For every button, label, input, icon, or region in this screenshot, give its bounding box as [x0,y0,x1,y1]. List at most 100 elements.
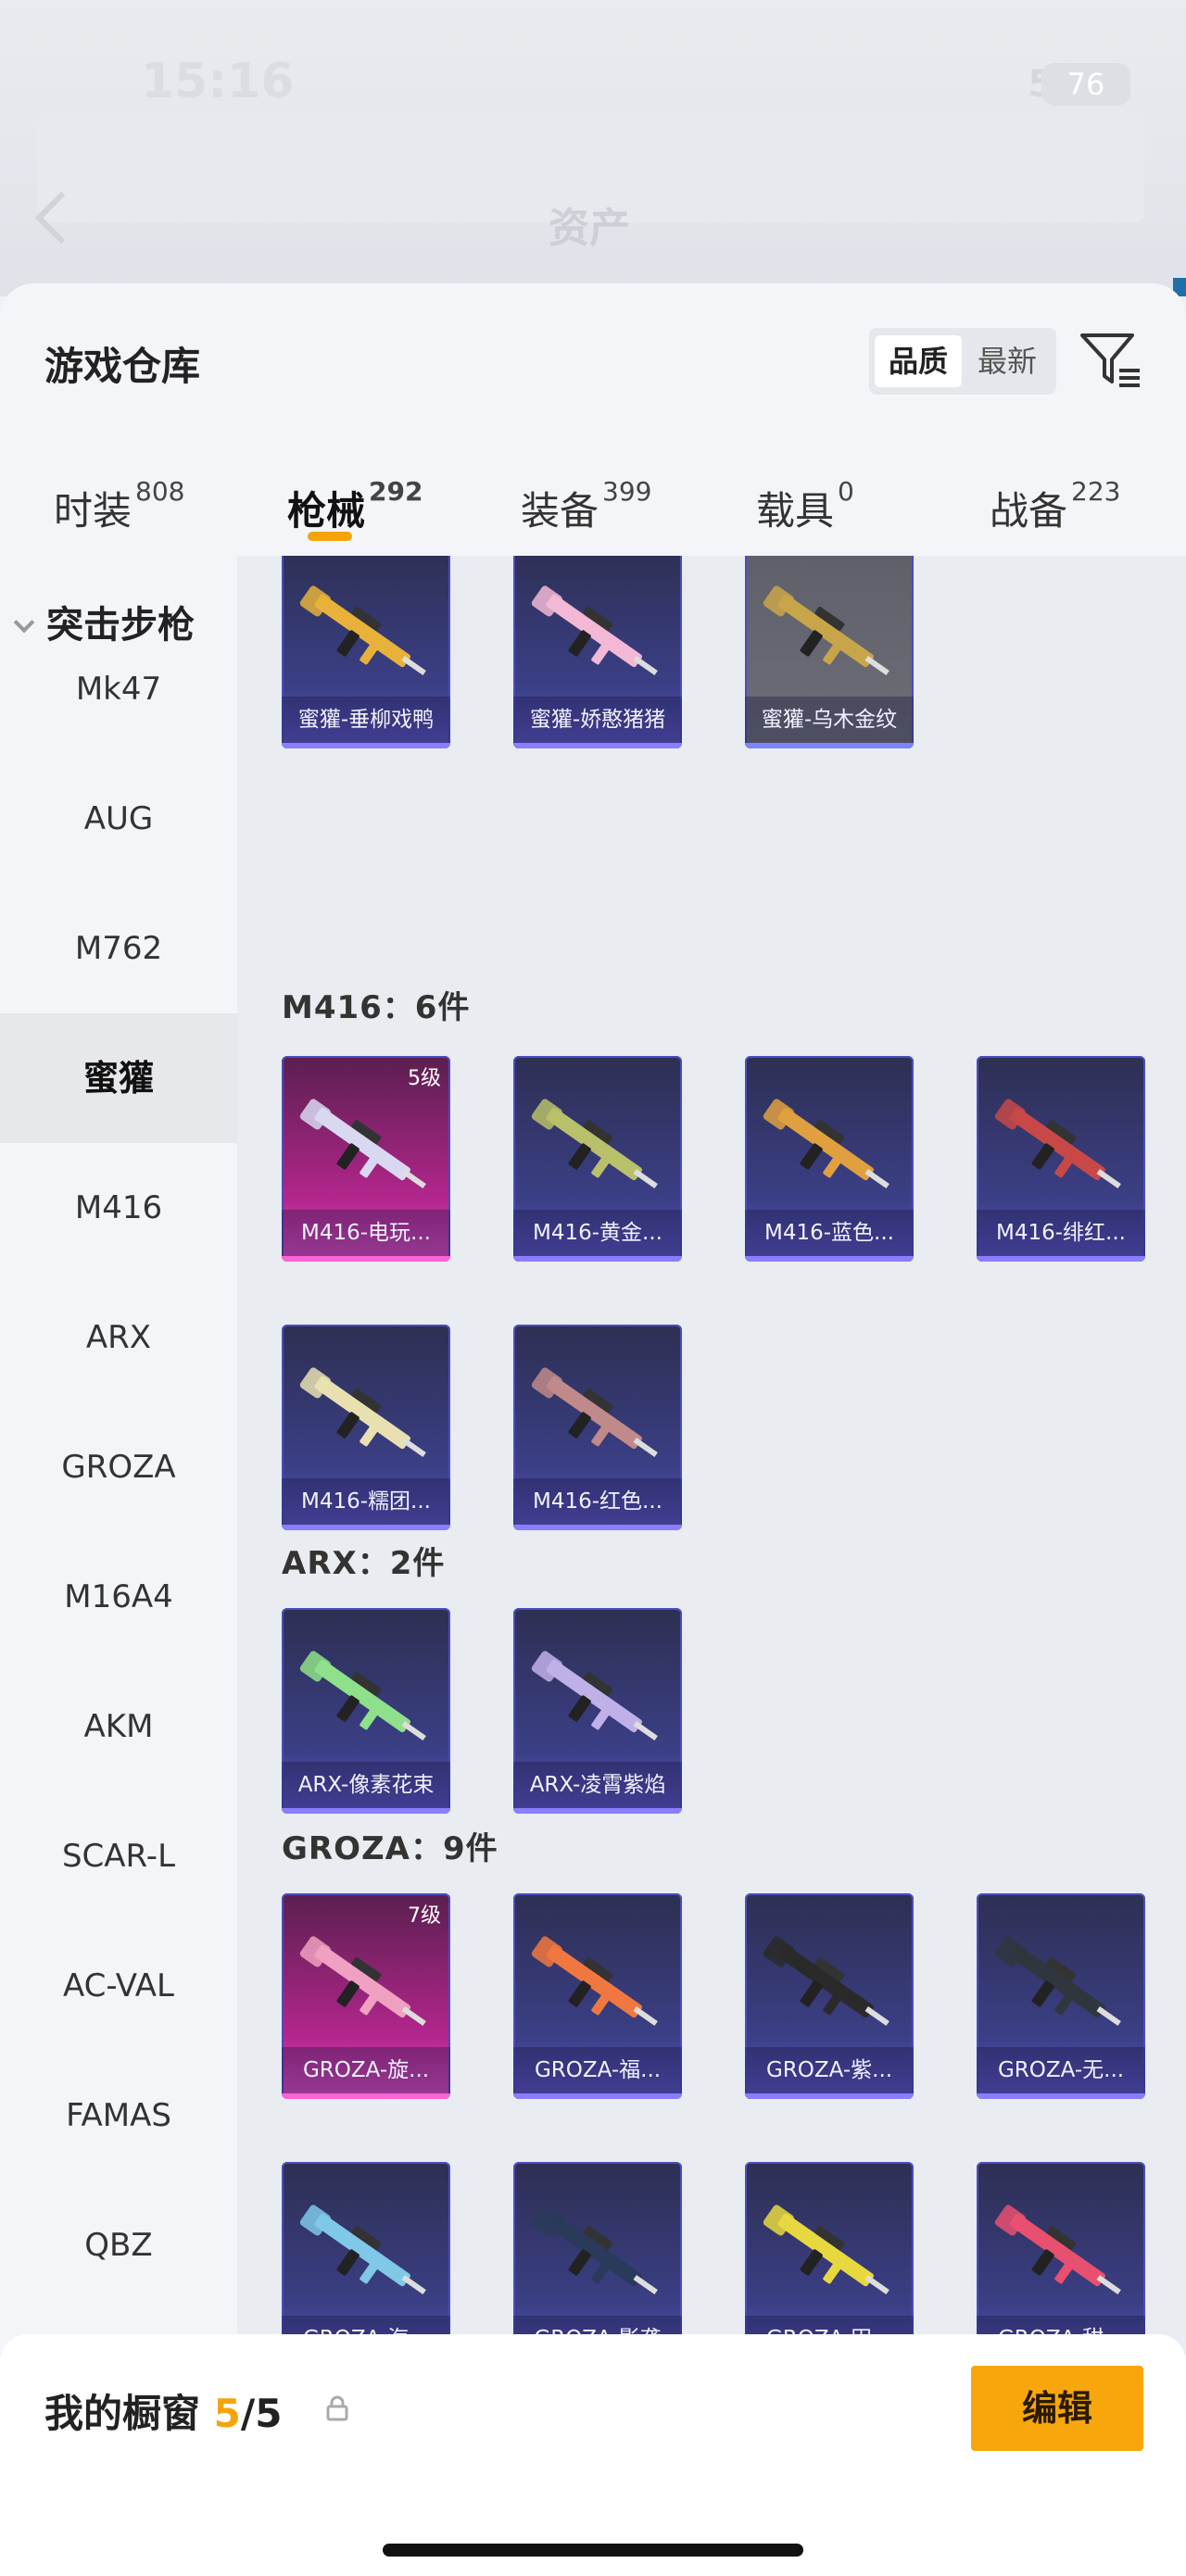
weapon-name: 蜜獾-娇憨猪猪 [513,697,682,743]
weapon-skin-image [994,1099,1121,1189]
weapon-name: M416-红色... [513,1478,682,1525]
weapon-skin-image [763,1099,890,1189]
weapon-card[interactable]: M416-黄金... [513,1056,682,1262]
background-page-title: 资产 [549,205,630,252]
sidebar-item-mk47[interactable]: Mk47 [0,624,237,754]
status-time: 15:16 [141,54,295,109]
weapon-card[interactable]: GROZA-无... [977,1893,1145,2099]
battery-indicator: 76 [1041,63,1130,106]
weapon-name: GROZA-紫... [745,2047,914,2093]
weapon-card[interactable]: GROZA-福... [513,1893,682,2099]
sidebar-item-m762[interactable]: M762 [0,884,237,1013]
edit-button[interactable]: 编辑 [971,2366,1143,2451]
weapon-skin-image [299,1099,426,1189]
weapon-card[interactable]: ARX-凌霄紫焰 [513,1608,682,1814]
sort-toggle: 品质 最新 [869,328,1056,395]
tab-count: 399 [602,476,652,507]
showcase-current-count: 5 [213,2391,241,2436]
filter-icon[interactable] [1079,330,1143,391]
weapon-skin-image [763,2205,890,2295]
tab-label: 时装 [54,488,132,534]
weapon-name: 蜜獾-乌木金纹 [745,697,914,743]
weapon-skin-image [299,585,426,676]
weapon-card[interactable]: 蜜獾-垂柳戏鸭 [282,556,450,748]
weapon-name: ARX-凌霄紫焰 [513,1762,682,1808]
background-page: 15:16 5G 76 资产 [0,0,1186,296]
weapon-card[interactable]: 蜜獾-乌木金纹 [745,556,914,748]
tab-weapons[interactable]: 枪械 292 [287,476,423,536]
sidebar-item-groza[interactable]: GROZA [0,1402,237,1532]
section-title-arx: ARX：2件 [282,1545,446,1582]
weapon-skin-image [994,1936,1121,2027]
weapon-skin-image [763,1936,890,2027]
weapon-skin-image [531,585,658,676]
page-title: 游戏仓库 [44,344,201,389]
weapon-card[interactable]: M416-绯红... [977,1056,1145,1262]
sidebar-item-honey-badger[interactable]: 蜜獾 [0,1013,237,1143]
weapon-skin-image [763,585,890,676]
tab-count: 0 [838,476,854,507]
sidebar-item-famas[interactable]: FAMAS [0,2051,237,2180]
grade-badge: 7级 [408,1904,441,1928]
section-title-m416: M416：6件 [282,989,471,1026]
tab-equipment[interactable]: 装备 399 [521,476,651,536]
tab-fashion[interactable]: 时装 808 [54,476,184,536]
weapon-name: ARX-像素花束 [282,1762,450,1808]
weapon-card[interactable]: M416-糯团... [282,1325,450,1530]
weapon-name: M416-绯红... [977,1210,1145,1256]
tab-vehicles[interactable]: 载具 0 [756,476,854,536]
sidebar-item-aug[interactable]: AUG [0,754,237,884]
weapon-card[interactable]: M416-红色... [513,1325,682,1530]
weapon-skin-image [531,1651,658,1741]
weapon-skin-image [531,1936,658,2027]
sidebar-item-m16a4[interactable]: M16A4 [0,1532,237,1662]
weapon-skin-image [994,2205,1121,2295]
weapon-card[interactable]: 7级 GROZA-旋... [282,1893,450,2099]
weapon-card[interactable]: 蜜獾-娇憨猪猪 [513,556,682,748]
home-indicator [383,2544,803,2557]
sidebar-item-ac-val[interactable]: AC-VAL [0,1921,237,2051]
weapon-card[interactable]: GROZA-紫... [745,1893,914,2099]
lock-icon [326,2395,348,2421]
weapon-name: M416-电玩... [282,1210,450,1256]
warehouse-panel: 游戏仓库 品质 最新 时装 808 枪械 292 装备 399 载具 0 战备 223 突… [0,283,1186,2576]
weapon-skin-image [531,2205,658,2295]
showcase-bar: 我的橱窗 5/5 编辑 [0,2334,1186,2576]
weapon-name: M416-蓝色... [745,1210,914,1256]
weapon-skin-image [531,1099,658,1189]
sidebar-item-m416[interactable]: M416 [0,1143,237,1273]
tab-label: 载具 [756,488,835,534]
weapon-skin-image [299,1936,426,2027]
weapon-name: 蜜獾-垂柳戏鸭 [282,697,450,743]
weapon-card[interactable]: M416-蓝色... [745,1056,914,1262]
showcase-label: 我的橱窗 [44,2391,201,2436]
sidebar-item-qbz[interactable]: QBZ [0,2180,237,2310]
weapon-grid: M416：6件 ARX：2件 GROZA：9件 蜜獾-垂柳戏鸭 蜜獾-娇憨猪猪 蜜獾… [237,556,1186,2399]
weapon-skin-image [531,1367,658,1458]
tab-count: 223 [1071,476,1121,507]
sort-quality-button[interactable]: 品质 [875,335,962,387]
sidebar-item-akm[interactable]: AKM [0,1662,237,1791]
weapon-skin-image [299,2205,426,2295]
weapon-name: M416-糯团... [282,1478,450,1525]
sidebar-item-arx[interactable]: ARX [0,1273,237,1402]
active-tab-indicator [308,532,352,541]
showcase-total: /5 [240,2391,283,2436]
tab-label: 战备 [990,488,1068,534]
weapon-name: GROZA-福... [513,2047,682,2093]
weapon-sidebar: 突击步枪 Mk47 AUG M762 蜜獾 M416 ARX GROZA M16… [0,556,237,2399]
tab-label: 枪械 [287,488,366,534]
tab-label: 装备 [521,488,599,534]
weapon-name: M416-黄金... [513,1210,682,1256]
sort-newest-button[interactable]: 最新 [964,335,1051,387]
tab-gear[interactable]: 战备 223 [990,476,1120,536]
weapon-card[interactable]: 5级 M416-电玩... [282,1056,450,1262]
category-tabs: 时装 808 枪械 292 装备 399 载具 0 战备 223 [0,446,1186,558]
sidebar-item-scar-l[interactable]: SCAR-L [0,1791,237,1921]
tab-count: 292 [369,476,423,507]
grade-badge: 5级 [408,1067,441,1090]
weapon-name: GROZA-旋... [282,2047,450,2093]
weapon-card[interactable]: ARX-像素花束 [282,1608,450,1814]
showcase-title: 我的橱窗 5/5 [44,2382,282,2439]
weapon-skin-image [299,1367,426,1458]
